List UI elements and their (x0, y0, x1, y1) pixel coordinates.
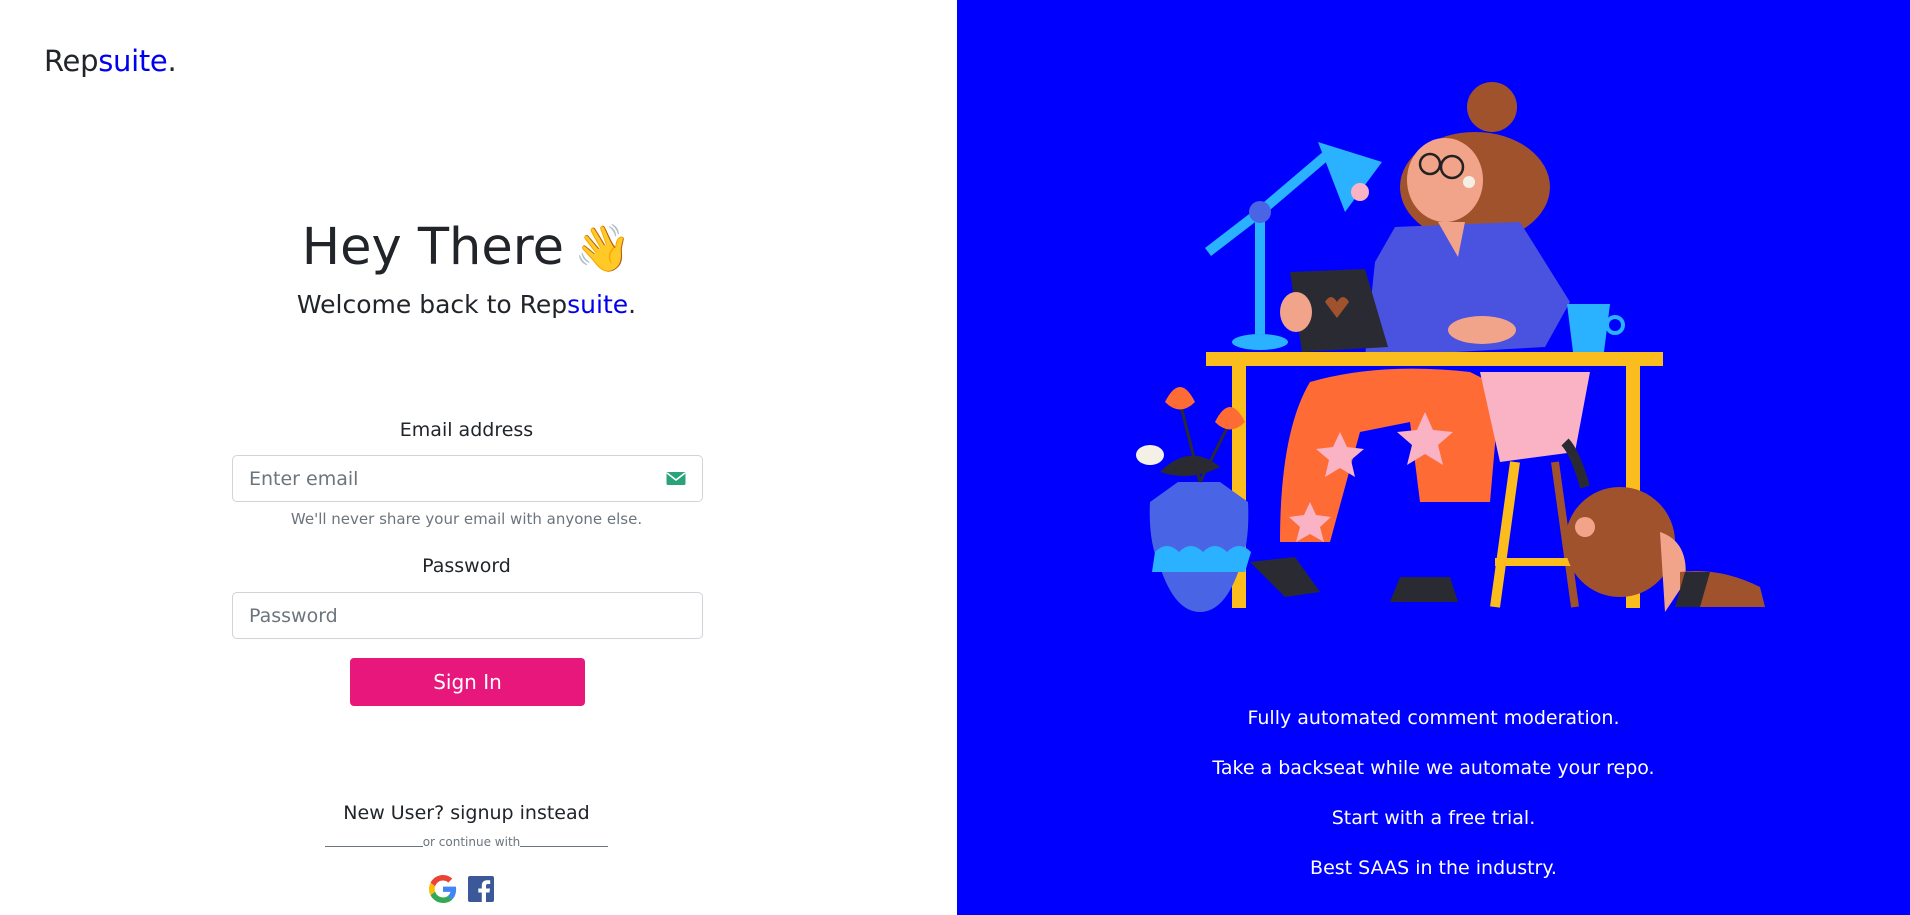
dog-tail (1561, 438, 1590, 489)
mug-handle (1605, 315, 1625, 335)
flower-3 (1136, 445, 1164, 465)
page-title: Hey There 👋 (0, 218, 933, 277)
continue-text: or continue with (422, 835, 521, 849)
email-input[interactable] (249, 467, 658, 490)
chair-leg-left (1490, 461, 1520, 608)
password-input[interactable] (249, 604, 686, 627)
tagline-list: Fully automated comment moderation. Take… (957, 706, 1910, 906)
email-label: Email address (399, 419, 534, 441)
mug (1567, 304, 1610, 352)
envelope-icon (666, 471, 686, 485)
tagline-item: Fully automated comment moderation. (1247, 707, 1620, 729)
divider-line-left (324, 846, 423, 847)
divider-line-right (520, 846, 609, 847)
logo-suffix: suite (98, 44, 168, 78)
logo[interactable]: Repsuite. (44, 44, 177, 78)
google-icon[interactable] (429, 875, 457, 903)
earring (1463, 176, 1475, 188)
welcome-brand-prefix: Rep (519, 290, 568, 319)
title-text: Hey There (301, 218, 564, 277)
tagline-item: Start with a free trial. (1331, 807, 1536, 829)
flower-1 (1165, 387, 1195, 410)
hair-bun (1467, 82, 1517, 132)
waving-hand-icon: 👋 (573, 221, 632, 275)
tagline-item: Best SAAS in the industry. (1310, 857, 1557, 879)
welcome-text: Welcome back to (296, 290, 520, 319)
sign-in-button[interactable]: Sign In (350, 658, 585, 706)
welcome-subtitle: Welcome back to Repsuite. (0, 290, 933, 319)
lamp-arm-upper (1256, 150, 1332, 216)
hand-left (1280, 292, 1312, 332)
hand-right (1448, 316, 1516, 344)
dog-body (1565, 487, 1675, 597)
lamp-base (1232, 334, 1288, 350)
email-field-wrapper (232, 455, 703, 502)
shoe-right (1390, 577, 1458, 602)
signup-link[interactable]: New User? signup instead (0, 802, 933, 824)
facebook-icon[interactable] (467, 875, 495, 903)
welcome-brand-suffix: suite (567, 290, 629, 319)
logo-dot: . (167, 44, 177, 78)
continue-divider: or continue with (0, 835, 933, 849)
lamp-bulb (1351, 183, 1369, 201)
email-hint: We'll never share your email with anyone… (290, 510, 643, 528)
lamp-shade (1318, 142, 1382, 212)
desk-top (1206, 352, 1663, 366)
login-panel: Repsuite. Hey There 👋 Welcome back to Rep… (0, 0, 957, 915)
welcome-dot: . (628, 290, 637, 319)
dog-spot (1575, 517, 1595, 537)
lamp-joint (1249, 201, 1271, 223)
password-field-wrapper (232, 592, 703, 639)
logo-prefix: Rep (44, 44, 99, 78)
shoe-left (1250, 557, 1320, 597)
woman-at-desk-illustration (1136, 82, 1765, 612)
tagline-item: Take a backseat while we automate your r… (1212, 757, 1655, 779)
password-label: Password (422, 555, 511, 577)
